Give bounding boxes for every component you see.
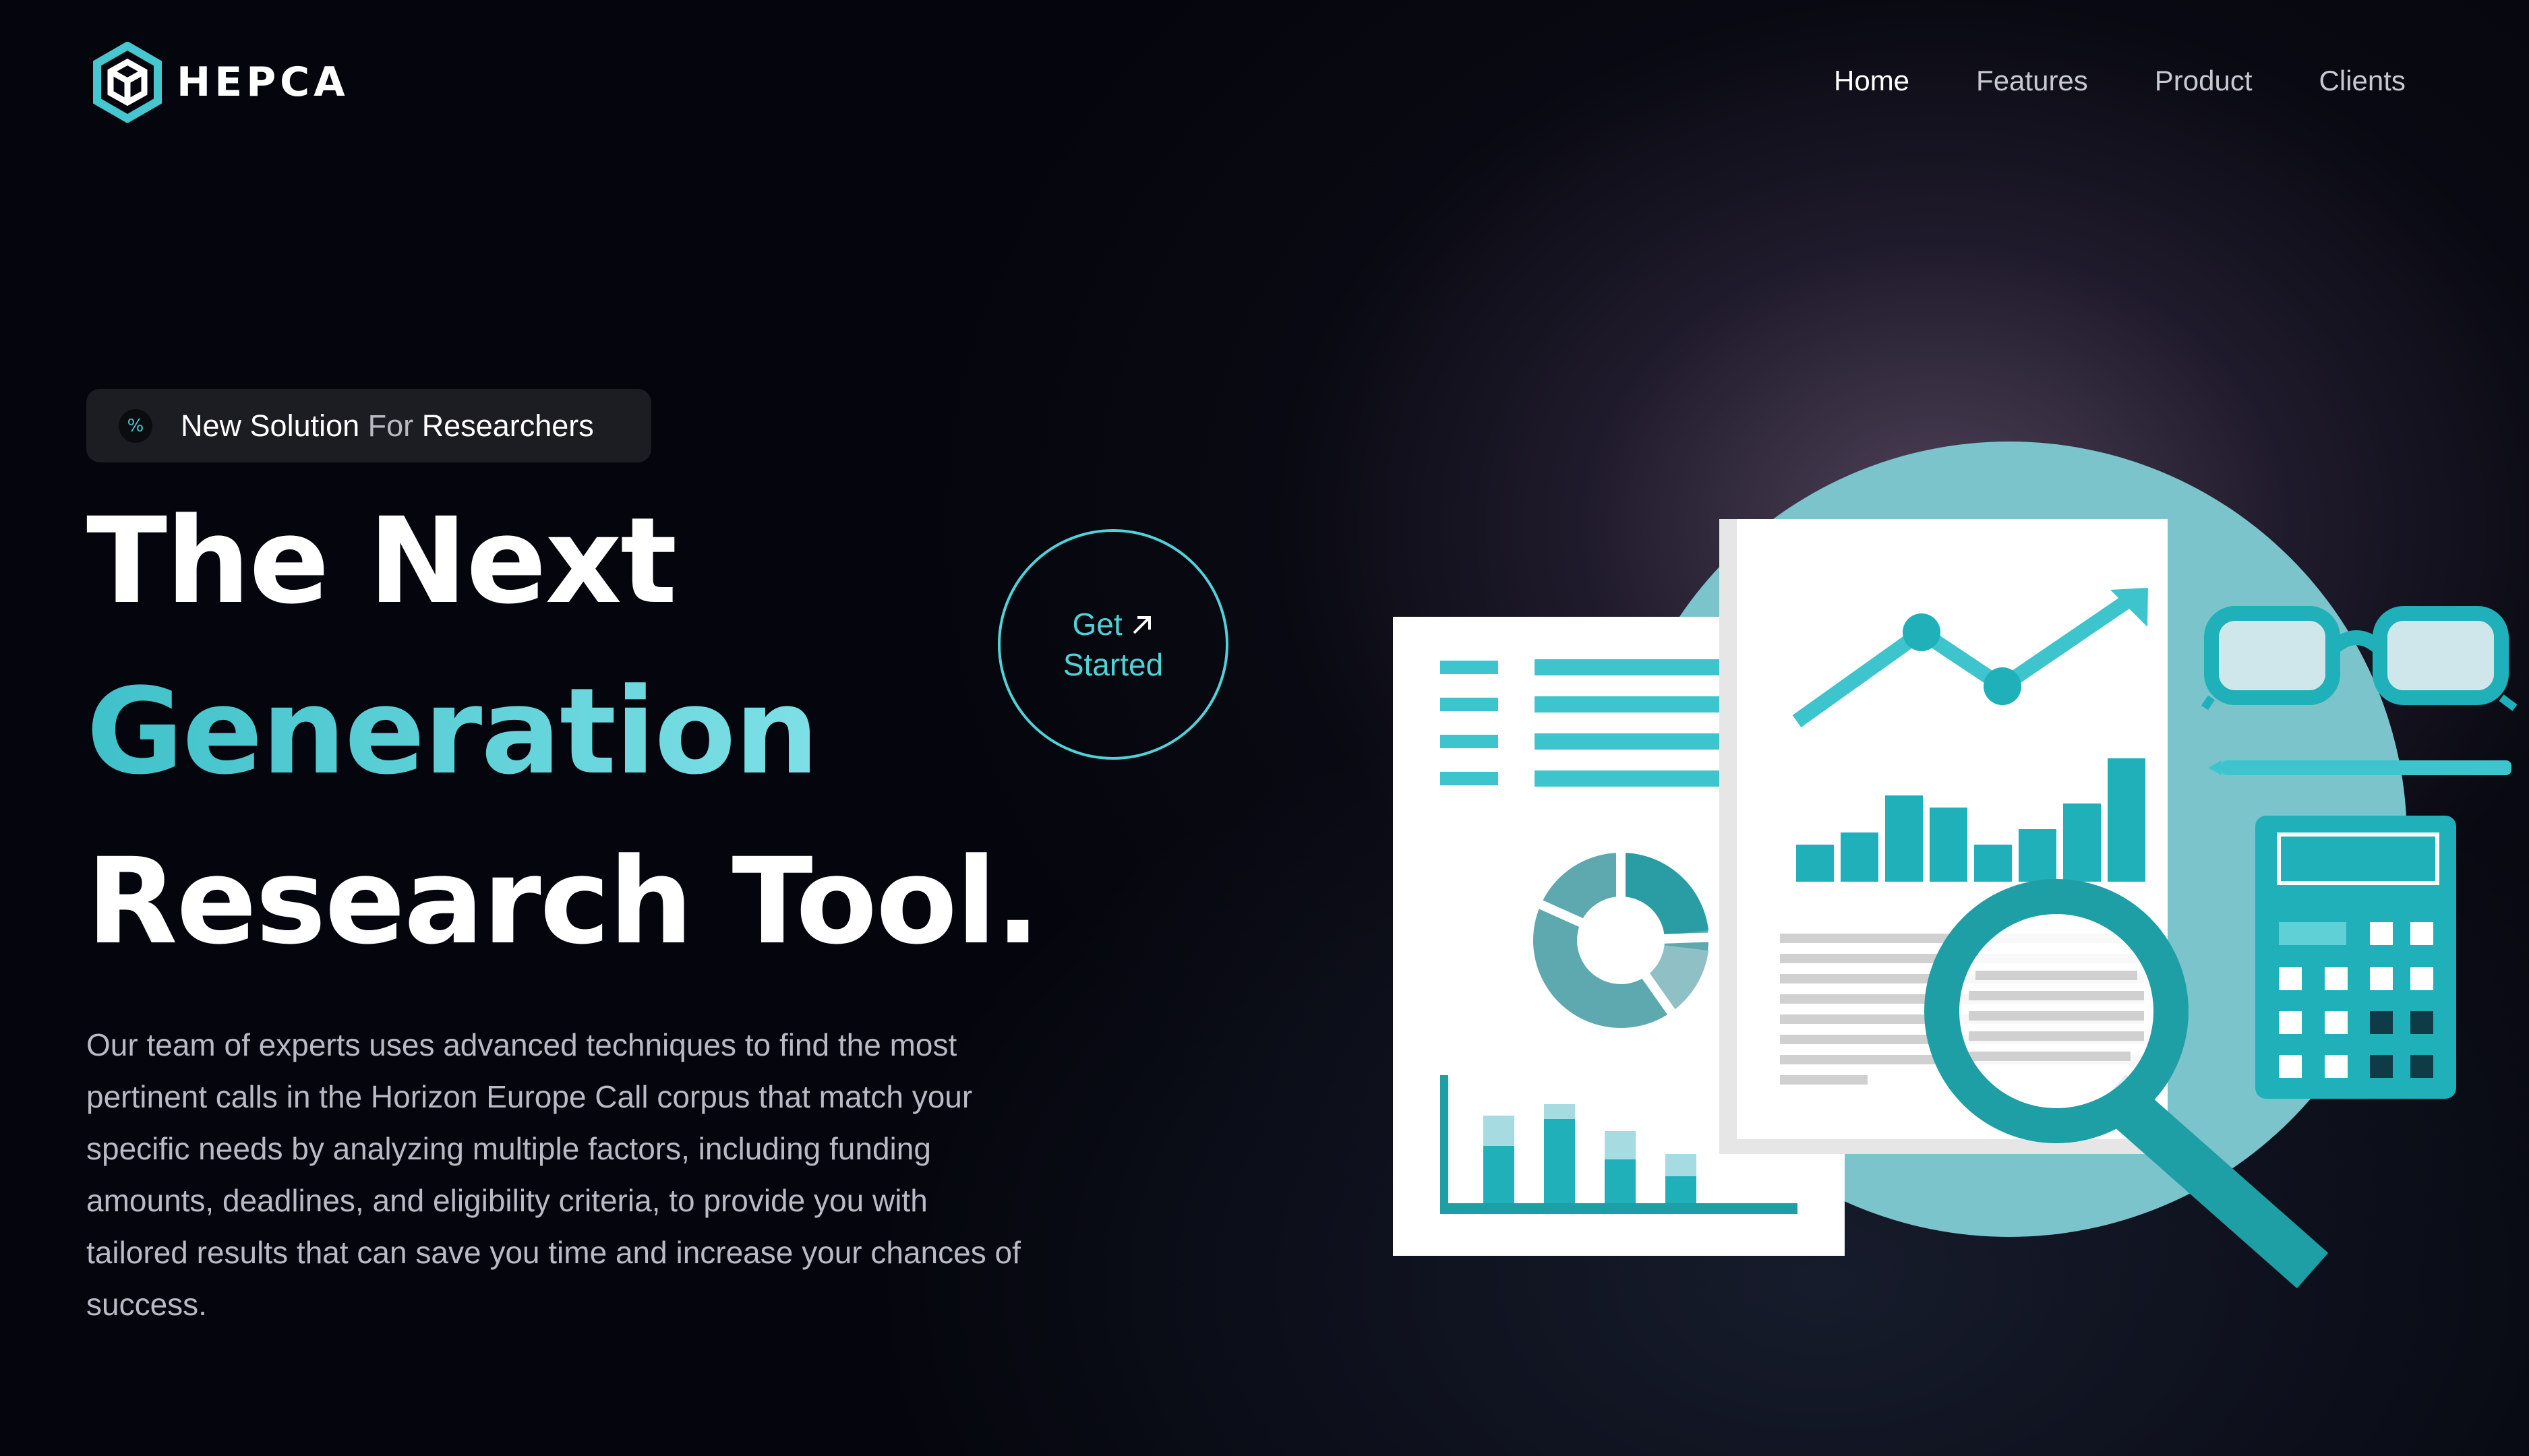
- percent-icon: %: [119, 408, 152, 443]
- brand-name: HEPCA: [177, 59, 349, 106]
- cta-line-2: Started: [1063, 647, 1164, 682]
- headline-line-1: The Next: [86, 492, 677, 630]
- get-started-button[interactable]: Get Started: [998, 529, 1228, 760]
- hero-description: Our team of experts uses advanced techni…: [86, 1027, 1021, 1322]
- brand-logo[interactable]: HEPCA: [90, 42, 349, 123]
- nav-product[interactable]: Product: [2155, 65, 2253, 97]
- pencil-icon: [2208, 760, 2511, 775]
- new-solution-badge: % New Solution For Researchers: [86, 389, 651, 462]
- hexagon-cube-icon: [93, 42, 162, 123]
- nav-home[interactable]: Home: [1834, 65, 1909, 97]
- nav-clients[interactable]: Clients: [2319, 65, 2406, 97]
- calculator-icon: [2255, 816, 2456, 1099]
- cta-line-1: Get: [1073, 604, 1154, 644]
- research-illustration: [1393, 442, 2518, 1289]
- main-nav: Home Features Product Clients: [1834, 65, 2472, 97]
- headline-line-3: Research Tool.: [86, 832, 1040, 971]
- badge-text: New Solution For Researchers: [181, 408, 594, 443]
- arrow-up-right-icon: [1133, 616, 1152, 634]
- headline-line-2: Generation: [86, 663, 819, 801]
- nav-features[interactable]: Features: [1976, 65, 2088, 97]
